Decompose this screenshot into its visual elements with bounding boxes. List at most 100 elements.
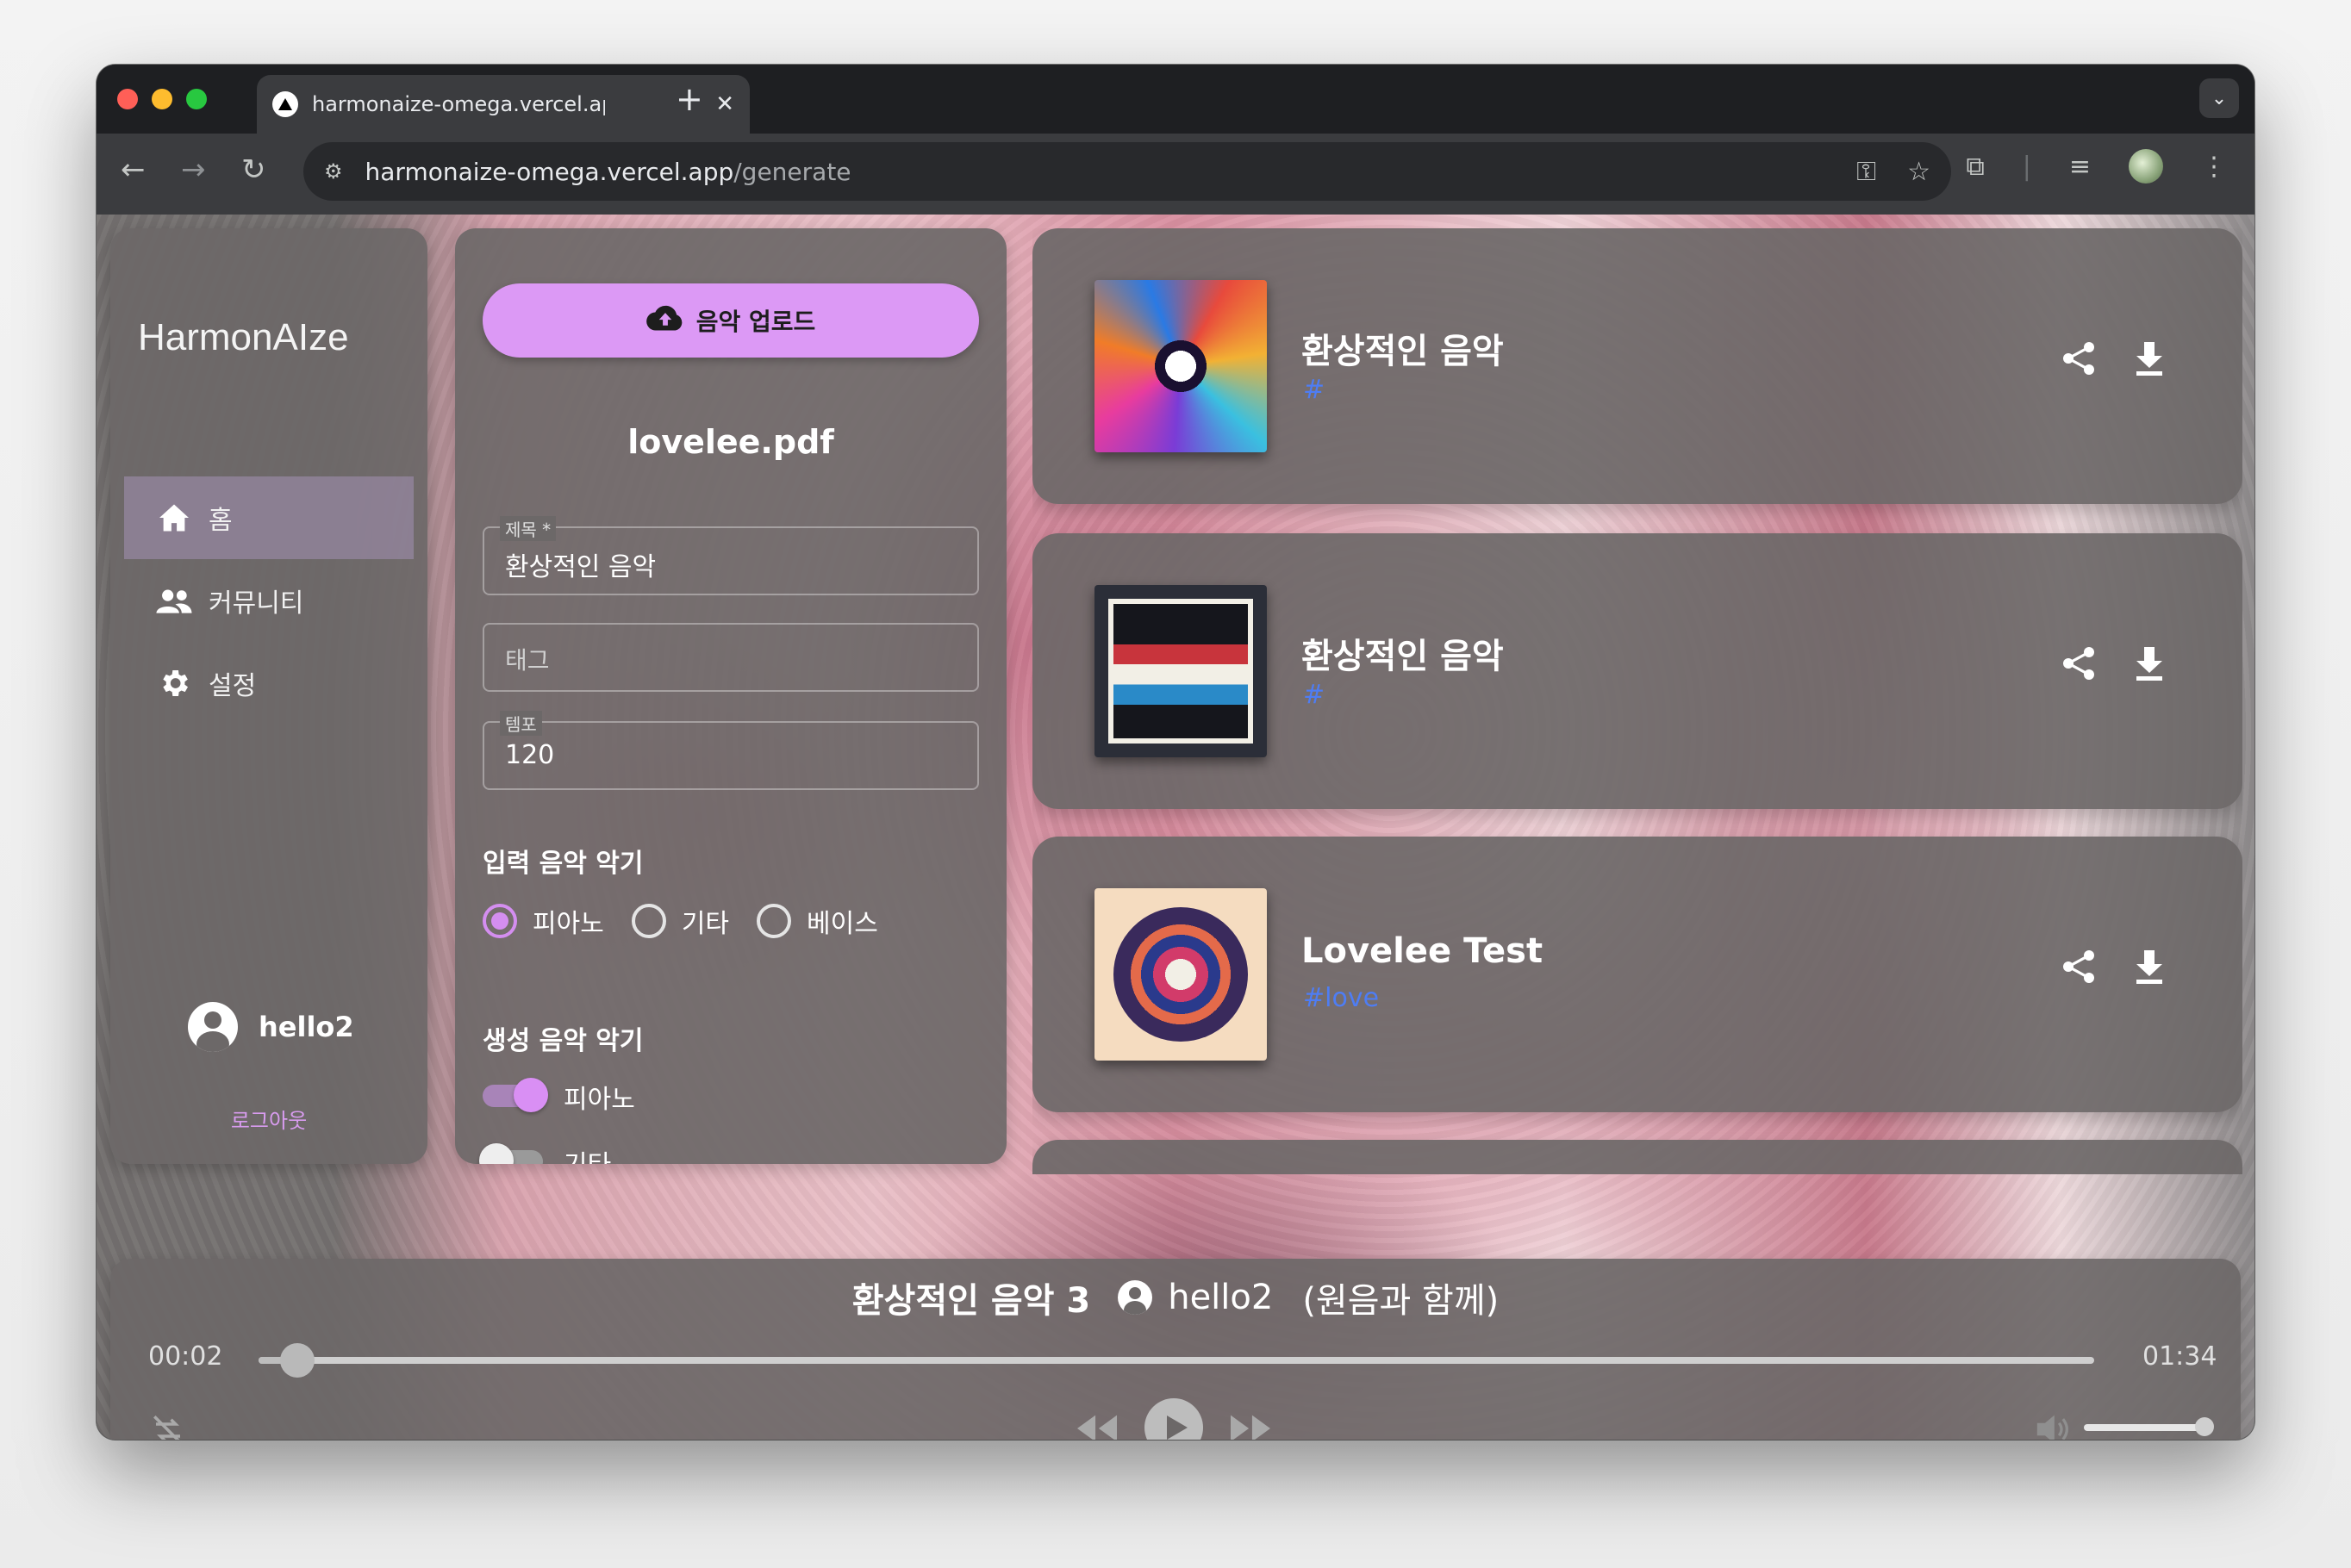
tab-strip: harmonaize-omega.vercel.app/generate ✕ +…	[97, 65, 2254, 134]
rewind-icon[interactable]	[1074, 1409, 1120, 1440]
sidebar-item-label: 설정	[209, 671, 257, 701]
track-card-partial[interactable]	[1032, 1140, 2242, 1174]
sidebar-item-home[interactable]: 홈	[124, 476, 414, 559]
tempo-field[interactable]: 템포 120	[483, 711, 979, 790]
account-circle-icon	[188, 1002, 238, 1052]
now-playing: 환상적인 음악 3 hello2 (원음과 함께)	[110, 1272, 2241, 1322]
radio-bass[interactable]: 베이스	[757, 902, 878, 940]
track-actions	[2061, 340, 2165, 376]
radio-piano[interactable]: 피아노	[483, 902, 604, 940]
new-tab-button[interactable]: +	[676, 80, 703, 118]
album-cover	[1094, 888, 1267, 1061]
username: hello2	[259, 1011, 354, 1043]
download-icon[interactable]	[2134, 645, 2165, 681]
browser-toolbar: ← → ↻ ⚙ harmonaize-omega.vercel.app/gene…	[97, 134, 2254, 215]
radio-label: 기타	[681, 909, 730, 939]
close-window-button[interactable]	[117, 89, 138, 109]
people-icon	[155, 583, 193, 618]
tempo-field-value: 120	[505, 740, 555, 770]
password-key-icon[interactable]: ⚿	[1856, 157, 1876, 187]
logout-link[interactable]: 로그아웃	[110, 1104, 427, 1134]
reload-button[interactable]: ↻	[241, 152, 266, 187]
music-player: 환상적인 음악 3 hello2 (원음과 함께) 00:02 01:34	[110, 1259, 2241, 1440]
browser-menu-icon[interactable]: ⋮	[2201, 152, 2227, 182]
cloud-upload-icon	[645, 304, 684, 338]
fast-forward-icon[interactable]	[1227, 1409, 1274, 1440]
track-tag[interactable]: #love	[1303, 983, 1379, 1013]
url-host: harmonaize-omega.vercel.app	[365, 157, 734, 186]
input-instrument-radio-group: 피아노 기타 베이스	[483, 902, 906, 940]
share-icon[interactable]	[2061, 340, 2096, 376]
tag-field[interactable]: 태그	[483, 623, 979, 692]
volume-icon[interactable]	[2034, 1412, 2072, 1440]
album-cover-art	[1113, 907, 1248, 1042]
volume-thumb[interactable]	[2195, 1417, 2214, 1436]
url-path: /generate	[733, 157, 851, 186]
album-cover	[1094, 280, 1267, 452]
site-settings-icon[interactable]: ⚙	[324, 159, 343, 184]
radio-guitar[interactable]: 기타	[631, 902, 730, 940]
sidebar-item-settings[interactable]: 설정	[124, 642, 414, 725]
upload-button-label: 음악 업로드	[695, 308, 816, 336]
input-instrument-heading: 입력 음악 악기	[483, 849, 644, 879]
radio-label: 베이스	[807, 909, 878, 939]
title-field[interactable]: 제목 * 환상적인 음악	[483, 516, 979, 595]
track-card[interactable]: Lovelee Test #love	[1032, 837, 2242, 1112]
play-button[interactable]	[1144, 1398, 1203, 1440]
toolbar-divider: |	[2022, 151, 2031, 182]
address-bar[interactable]: ⚙ harmonaize-omega.vercel.app/generate ⚿…	[303, 142, 1951, 201]
share-icon[interactable]	[2061, 949, 2096, 985]
track-card[interactable]: 환상적인 음악 #	[1032, 228, 2242, 504]
output-instrument-heading: 생성 음악 악기	[483, 1026, 644, 1056]
vercel-icon	[272, 91, 298, 117]
close-tab-icon[interactable]: ✕	[715, 91, 734, 117]
toggle-thumb	[514, 1078, 548, 1112]
sidebar-item-community[interactable]: 커뮤니티	[124, 559, 414, 642]
progress-thumb[interactable]	[279, 1343, 315, 1378]
upload-music-button[interactable]: 음악 업로드	[483, 283, 979, 358]
back-button[interactable]: ←	[121, 152, 146, 187]
sidebar-nav: 홈 커뮤니티 설정	[124, 476, 414, 725]
radio-label: 피아노	[533, 909, 604, 939]
user-profile[interactable]: hello2	[188, 1002, 354, 1052]
track-tag[interactable]: #	[1303, 680, 1325, 710]
bookmark-star-icon[interactable]: ☆	[1907, 157, 1930, 187]
tab-search-button[interactable]: ⌄	[2199, 78, 2239, 118]
repeat-off-icon[interactable]	[150, 1412, 186, 1440]
minimize-window-button[interactable]	[152, 89, 172, 109]
progress-slider[interactable]	[259, 1343, 2094, 1378]
uploaded-filename: lovelee.pdf	[627, 423, 834, 461]
toggle-thumb	[479, 1143, 514, 1164]
tag-field-placeholder: 태그	[505, 646, 550, 675]
share-icon[interactable]	[2061, 645, 2096, 681]
app-title: HarmonAIze	[138, 316, 349, 358]
extensions-icon[interactable]: ⧉	[1966, 152, 1984, 182]
title-field-label: 제목 *	[500, 516, 557, 541]
toggle-guitar[interactable]	[479, 1143, 548, 1164]
maximize-window-button[interactable]	[186, 89, 207, 109]
home-icon	[155, 501, 193, 535]
radio-unchecked-icon	[757, 904, 792, 938]
track-title: 환상적인 음악	[1301, 332, 1504, 371]
media-control-icon[interactable]: ≡	[2069, 152, 2091, 182]
toggle-piano[interactable]	[483, 1078, 548, 1112]
sidebar: HarmonAIze 홈 커뮤니티 설정 hello2 로그아웃	[110, 228, 427, 1164]
page-content: HarmonAIze 홈 커뮤니티 설정 hello2 로그아웃 음악 업로드 …	[97, 215, 2254, 1440]
duration-time: 01:34	[2142, 1341, 2217, 1372]
toggle-piano-label: 피아노	[564, 1085, 635, 1115]
radio-checked-icon	[483, 904, 517, 938]
now-playing-note: (원음과 함께)	[1302, 1281, 1500, 1321]
account-circle-icon	[1118, 1280, 1153, 1315]
toggle-guitar-label: 기타	[564, 1143, 611, 1164]
track-tag[interactable]: #	[1303, 375, 1325, 405]
track-card[interactable]: 환상적인 음악 #	[1032, 533, 2242, 809]
volume-slider[interactable]	[2084, 1417, 2214, 1436]
download-icon[interactable]	[2134, 340, 2165, 376]
download-icon[interactable]	[2134, 949, 2165, 985]
profile-avatar[interactable]	[2129, 149, 2163, 184]
forward-button[interactable]: →	[181, 152, 206, 187]
title-field-value: 환상적인 음악	[505, 552, 657, 582]
elapsed-time: 00:02	[148, 1341, 223, 1372]
tab-title: harmonaize-omega.vercel.app/generate	[312, 92, 605, 116]
tempo-field-label: 템포	[500, 711, 542, 736]
